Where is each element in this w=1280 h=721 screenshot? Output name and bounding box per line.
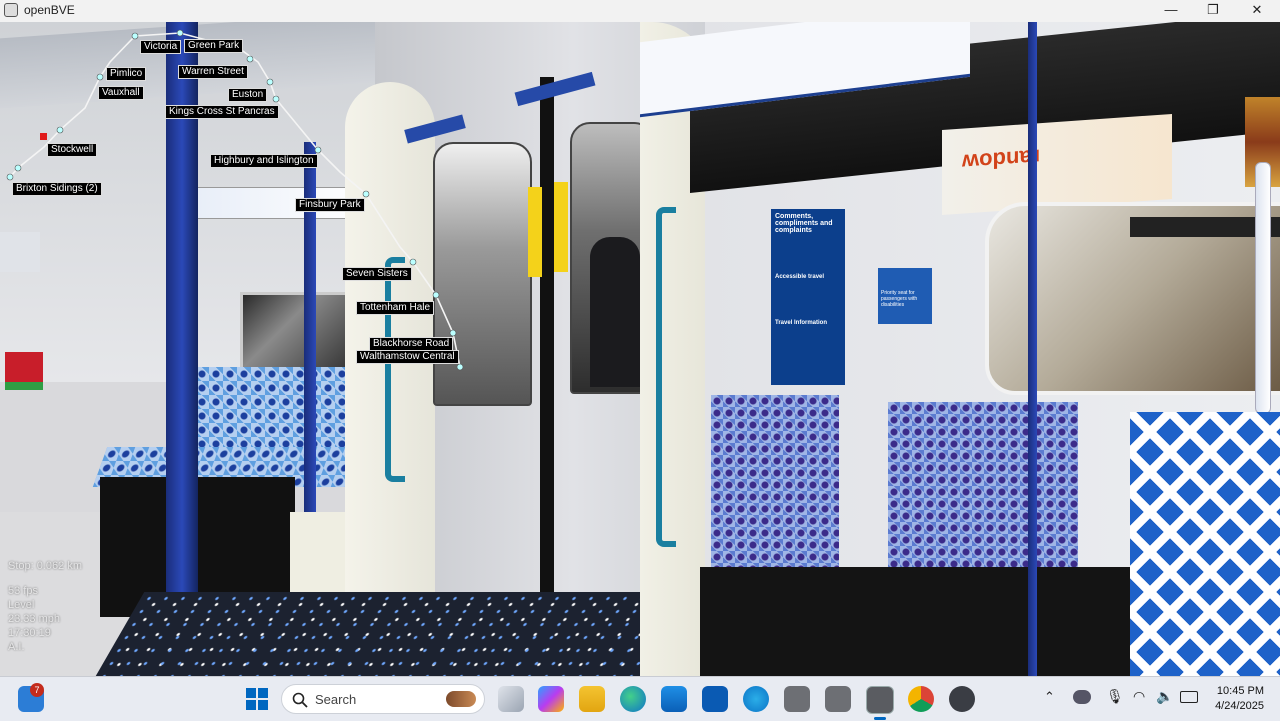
notice-subtitle: Accessible travel [775,274,825,280]
priority-seat-sign: Priority seat for passengers with disabi… [878,268,932,324]
station-label: Pimlico [106,67,147,81]
station-node [96,73,104,81]
windows-taskbar: 7 Search ⌃ 🎙 ◠ 🔈 10:45 PM 4/24/2025 [0,676,1280,721]
maximize-button[interactable]: ❐ [1192,0,1234,22]
seat-back-right-1 [711,395,839,580]
station-node [456,363,464,371]
station-label: Kings Cross St Pancras [165,105,279,119]
station-label: Brixton Sidings (2) [12,182,102,196]
notification-badge: 7 [30,683,44,697]
route-line-path [9,32,461,368]
search-placeholder: Search [315,692,357,707]
station-label: Green Park [184,39,244,53]
door-grab-handle [656,207,676,547]
clock-app-icon[interactable] [949,686,975,712]
station-label: Euston [228,88,268,102]
hud-fps: 53 fps [8,585,38,597]
station-node [449,329,457,337]
chevron-up-icon[interactable]: ⌃ [1044,689,1055,705]
seat-base-right [700,567,1130,676]
hp-icon[interactable] [702,686,728,712]
window-titlebar: openBVE — ❐ ✕ [0,0,1280,23]
volume-icon[interactable]: 🔈 [1156,688,1173,705]
clock-time[interactable]: 10:45 PM [1200,685,1264,697]
search-icon [292,692,308,708]
weather-icon[interactable] [743,686,769,712]
taskbar-search-box[interactable]: Search [281,684,485,714]
passenger-figure [590,237,640,387]
station-label: Warren Street [178,65,248,79]
openbve-icon-2[interactable] [825,686,851,712]
train-cab-viewport[interactable]: ʍopuɐɹ Comments, compliments and complai… [0,22,1280,676]
station-label: Victoria [140,40,182,54]
search-highlight-icon [446,691,476,707]
chrome-icon[interactable] [908,686,934,712]
station-label: Stockwell [47,143,98,157]
station-label: Blackhorse Road [369,337,454,351]
onedrive-icon[interactable] [1073,690,1091,704]
door-warning-sticker-2 [554,182,568,272]
station-label: Walthamstow Central [356,350,459,364]
station-label: Seven Sisters [342,267,412,281]
door-warning-sticker-1 [528,187,542,277]
station-node [272,95,280,103]
start-icon[interactable] [244,686,270,712]
station-node [14,164,22,172]
advert-panel: ʍopuɐɹ [942,113,1172,216]
station-label: Vauxhall [98,86,144,100]
door-seal [540,77,554,637]
clock-date[interactable]: 4/24/2025 [1200,700,1264,712]
notice-title: Comments, compliments and complaints [775,213,833,234]
station-node [362,190,370,198]
train-position-marker [40,133,47,140]
notice-info: Travel Information [775,320,828,326]
hud-level: Level [8,599,35,611]
hud-time: 17:30:19 [8,627,51,639]
station-label: Highbury and Islington [210,154,318,168]
wifi-icon[interactable]: ◠ [1133,688,1145,705]
openbve-icon[interactable] [784,686,810,712]
priority-seat-fabric [1130,412,1280,676]
station-node [266,78,274,86]
station-node [314,146,322,154]
grab-pole-right [1028,22,1037,676]
vertical-grab-rail [1255,162,1271,414]
openbve-app-icon [4,3,18,17]
station-label: Finsbury Park [295,198,365,212]
station-node [56,126,64,134]
station-label: Tottenham Hale [356,301,435,315]
minimize-button[interactable]: — [1150,0,1192,22]
station-node [6,173,14,181]
hud-stop-distance: Stop: 0.062 km [8,560,82,572]
notice-board: Comments, compliments and complaints Acc… [771,209,845,385]
carriage-floor [95,592,725,676]
hud-speed: 23.33 mph [8,613,60,625]
station-node [131,32,139,40]
file-explorer-icon[interactable] [579,686,605,712]
task-view-icon[interactable] [498,686,524,712]
battery-icon[interactable] [1180,691,1198,703]
station-node [409,258,417,266]
openbve-icon-3[interactable] [866,686,894,714]
station-node [246,55,254,63]
copilot-icon[interactable] [538,686,564,712]
station-node [432,291,440,299]
close-button[interactable]: ✕ [1236,0,1278,22]
station-node [176,29,184,37]
hud-mode: A.I. [8,641,25,653]
window-title: openBVE [24,3,75,17]
microphone-icon[interactable]: 🎙 [1106,688,1124,705]
edge-icon[interactable] [620,686,646,712]
store-icon[interactable] [661,686,687,712]
